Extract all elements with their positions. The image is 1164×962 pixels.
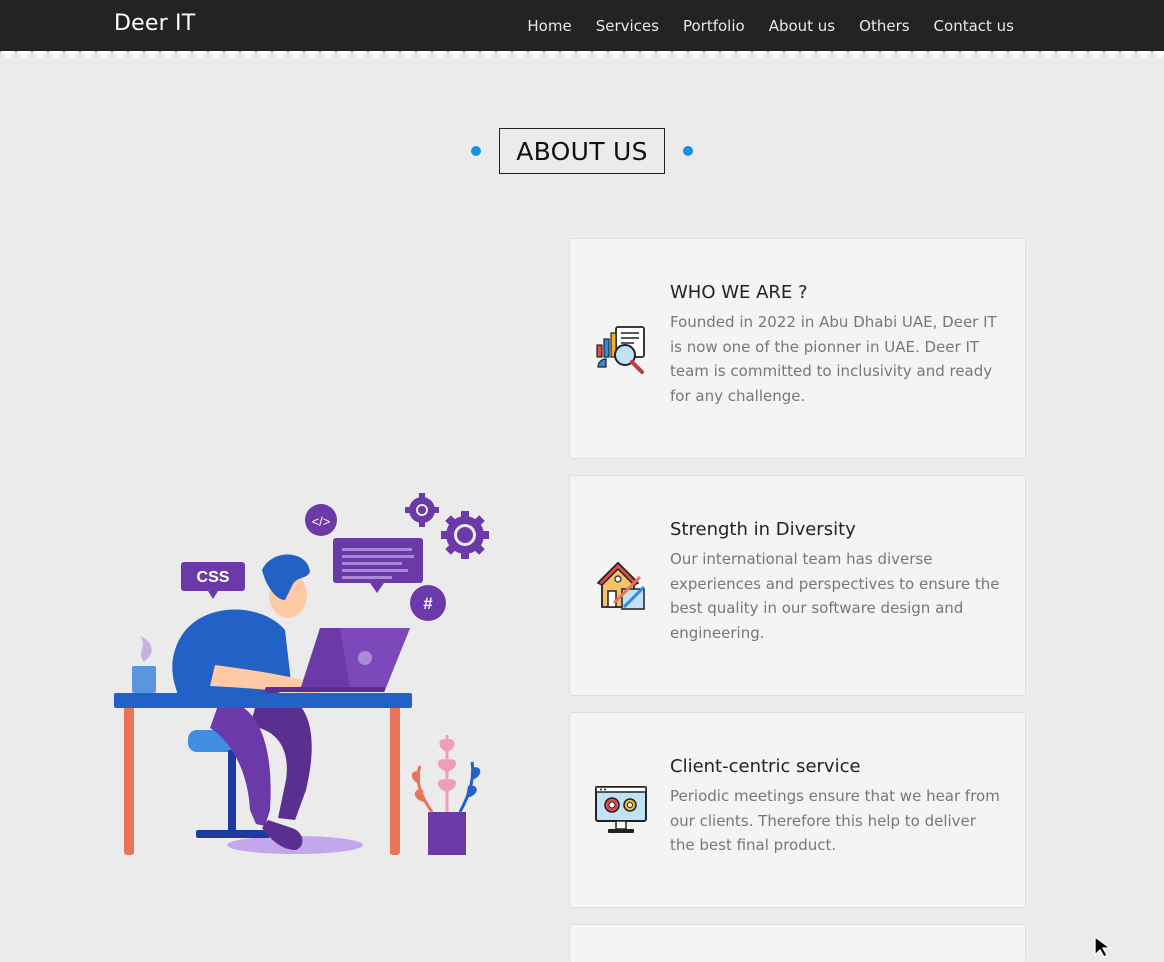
card-description: Founded in 2022 in Abu Dhabi UAE, Deer I…: [670, 313, 997, 405]
card-client-centric: Client-centric service Periodic meetings…: [569, 712, 1026, 908]
code-bubble-label: </>: [312, 514, 331, 529]
nav-link-contact[interactable]: Contact us: [934, 17, 1014, 35]
heading-dot-right: [682, 146, 693, 156]
nav-link-home[interactable]: Home: [527, 17, 571, 35]
developer-illustration: CSS </> #: [114, 493, 489, 855]
analytics-icon: [596, 326, 645, 374]
card-title: Client-centric service: [670, 756, 861, 777]
card-strength-diversity: Strength in Diversity Our international …: [569, 475, 1026, 696]
main-nav: Home Services Portfolio About us Others …: [527, 17, 1014, 35]
nav-link-others[interactable]: Others: [859, 17, 909, 35]
card-partial: [569, 924, 1026, 962]
nav-link-about[interactable]: About us: [769, 17, 835, 35]
brand-logo[interactable]: Deer IT: [114, 11, 195, 36]
house-design-icon: [596, 561, 646, 610]
small-gear-icon: [405, 493, 439, 527]
css-bubble-label: CSS: [197, 569, 230, 586]
hash-bubble-label: #: [423, 594, 433, 613]
large-gear-icon: [441, 511, 489, 559]
top-navbar: Deer IT Home Services Portfolio About us…: [0, 0, 1164, 52]
navbar-zigzag-border: [0, 51, 1164, 59]
card-description: Periodic meetings ensure that we hear fr…: [670, 787, 1000, 854]
nav-link-services[interactable]: Services: [596, 17, 659, 35]
heading-dot-left: [471, 146, 482, 156]
nav-link-portfolio[interactable]: Portfolio: [683, 17, 745, 35]
monitor-gears-icon: [595, 786, 647, 833]
card-title: WHO WE ARE ?: [670, 282, 808, 303]
card-who-we-are: WHO WE ARE ? Founded in 2022 in Abu Dhab…: [569, 238, 1026, 459]
card-description: Our international team has diverse exper…: [670, 550, 1000, 642]
mouse-cursor-icon: [1094, 935, 1112, 958]
about-us-title: ABOUT US: [499, 128, 665, 174]
card-title: Strength in Diversity: [670, 519, 856, 540]
section-heading: ABOUT US: [0, 128, 1164, 174]
